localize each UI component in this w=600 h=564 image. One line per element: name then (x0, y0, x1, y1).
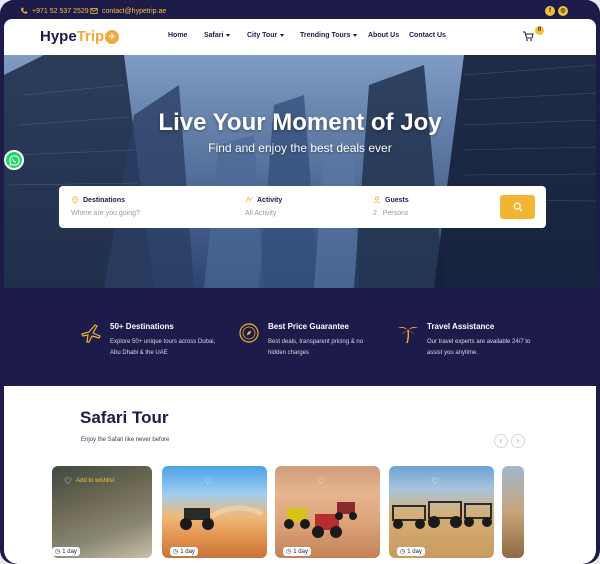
tour-card[interactable]: ♡ ◷ 1 day (162, 466, 267, 558)
cart-icon[interactable] (522, 30, 534, 42)
feature-desc: Our travel experts are available 24/7 to… (427, 339, 531, 356)
feature-desc: Best deals, transparent pricing & no hid… (268, 339, 364, 356)
page-frame: +971 52 537 2529 contact@hypetrip.ae f ◎… (0, 0, 600, 564)
email-address: contact@hypetrip.ae (102, 7, 167, 15)
nav-menu: Home Safari City Tour Trending Tours Abo… (168, 32, 454, 39)
dune-buggies-illustration (392, 501, 492, 529)
activity-field[interactable]: Activity All Activity (245, 196, 283, 218)
search-icon (513, 202, 522, 212)
phone-number: +971 52 537 2529 (32, 7, 89, 15)
nav-item-trending-tours[interactable]: Trending Tours (300, 32, 368, 39)
duration-badge: ◷ 1 day (397, 547, 425, 556)
activity-label: Activity (257, 196, 283, 204)
nav-item-about-us[interactable]: About Us (368, 32, 409, 39)
tour-card[interactable] (502, 466, 524, 558)
email-contact[interactable]: contact@hypetrip.ae (90, 7, 166, 15)
nav-item-safari[interactable]: Safari (204, 32, 247, 39)
duration-text: 1 day (62, 548, 77, 555)
nav-label: City Tour (247, 32, 278, 39)
quad-bikes-illustration (284, 502, 357, 538)
hero-subtitle: Find and enjoy the best deals ever (208, 141, 392, 155)
duration-text: 1 day (293, 548, 308, 555)
duration-text: 1 day (407, 548, 422, 555)
feature-title: Travel Assistance (427, 322, 495, 331)
nav-item-city-tour[interactable]: City Tour (247, 32, 300, 39)
nav-label: Safari (204, 32, 224, 39)
destinations-field[interactable]: Destinations Where are you going? (71, 196, 140, 217)
guests-field[interactable]: Guests 2 Persons (373, 196, 409, 217)
logo-plane-icon: ✈ (105, 29, 120, 44)
chevron-left-icon: ‹ (499, 436, 503, 445)
user-icon (373, 196, 381, 204)
clock-icon: ◷ (55, 549, 61, 555)
plane-icon (81, 324, 101, 343)
nav-label: Contact Us (409, 32, 446, 39)
carousel-prev-button[interactable]: ‹ (494, 434, 508, 448)
phone-icon (21, 7, 28, 14)
facebook-icon[interactable]: f (545, 6, 555, 16)
nav-item-contact-us[interactable]: Contact Us (409, 32, 454, 39)
carousel-next-button[interactable]: › (511, 434, 525, 448)
duration-badge: ◷ 1 day (170, 547, 198, 556)
chevron-down-icon (280, 34, 285, 37)
whatsapp-icon (8, 154, 20, 166)
instagram-icon[interactable]: ◎ (558, 6, 568, 16)
logo-text-hype: Hype (40, 28, 77, 45)
chevron-down-icon (226, 34, 231, 37)
features-strip: 50+ Destinations Explore 50+ unique tours… (4, 288, 596, 386)
duration-badge: ◷ 1 day (283, 547, 311, 556)
nav-label: About Us (368, 32, 400, 39)
section-subtitle: Enjoy the Safari like never before (81, 437, 170, 443)
chevron-right-icon: › (516, 436, 520, 445)
guests-unit: Persons (382, 210, 409, 217)
mail-icon (90, 8, 98, 14)
feature-title: Best Price Guarantee (268, 322, 349, 331)
nav-label: Home (168, 32, 188, 39)
tour-card[interactable]: ♡ ◷ 1 day (275, 466, 380, 558)
hero-section: Live Your Moment of Joy Find and enjoy t… (4, 55, 596, 288)
feature-travel-assistance: Travel Assistance Our travel experts are … (397, 322, 537, 359)
wishlist-label[interactable]: Add to wishlist (76, 478, 114, 484)
guests-label: Guests (385, 196, 409, 204)
duration-badge: ◷ 1 day (52, 547, 80, 556)
destinations-input[interactable]: Where are you going? (71, 210, 140, 217)
compass-icon (239, 323, 259, 343)
activity-select[interactable]: All Activity (245, 210, 282, 217)
duration-text: 1 day (180, 548, 195, 555)
search-button[interactable] (500, 195, 535, 219)
destinations-label: Destinations (83, 196, 126, 204)
guests-count[interactable]: 2 (373, 210, 377, 217)
feature-destinations: 50+ Destinations Explore 50+ unique tours… (80, 322, 220, 359)
whatsapp-button[interactable] (4, 150, 24, 170)
site-logo[interactable]: Hype Trip ✈ (40, 28, 120, 45)
feature-desc: Explore 50+ unique tours across Dubai, A… (110, 339, 216, 356)
nav-item-home[interactable]: Home (168, 32, 204, 39)
hero-title: Live Your Moment of Joy (158, 109, 442, 136)
activity-icon (245, 196, 253, 203)
skyline-background (4, 55, 596, 288)
search-form: Destinations Where are you going? Activi… (59, 186, 546, 228)
clock-icon: ◷ (286, 549, 292, 555)
clock-icon: ◷ (173, 549, 179, 555)
cart-count-badge: 0 (535, 26, 544, 35)
logo-text-trip: Trip (76, 28, 105, 45)
palm-tree-icon (398, 326, 418, 344)
location-pin-icon (72, 196, 78, 204)
safari-tour-section: Safari Tour Enjoy the Safari like never … (4, 386, 596, 564)
tour-card[interactable]: ♡ ◷ 1 day (389, 466, 494, 558)
phone-contact[interactable]: +971 52 537 2529 (20, 7, 89, 15)
section-title: Safari Tour (80, 408, 169, 427)
feature-title: 50+ Destinations (110, 322, 174, 331)
chevron-down-icon (353, 34, 358, 37)
feature-best-price: Best Price Guarantee Best deals, transpar… (238, 322, 378, 359)
main-navbar: Hype Trip ✈ Home Safari City Tour Trending… (4, 19, 596, 55)
buggy-illustration (180, 505, 264, 530)
nav-label: Trending Tours (300, 32, 351, 39)
heart-icon[interactable]: ♡ (64, 476, 72, 487)
tour-card[interactable]: ♡ Add to wishlist ◷ 1 day (52, 466, 152, 558)
clock-icon: ◷ (400, 549, 406, 555)
